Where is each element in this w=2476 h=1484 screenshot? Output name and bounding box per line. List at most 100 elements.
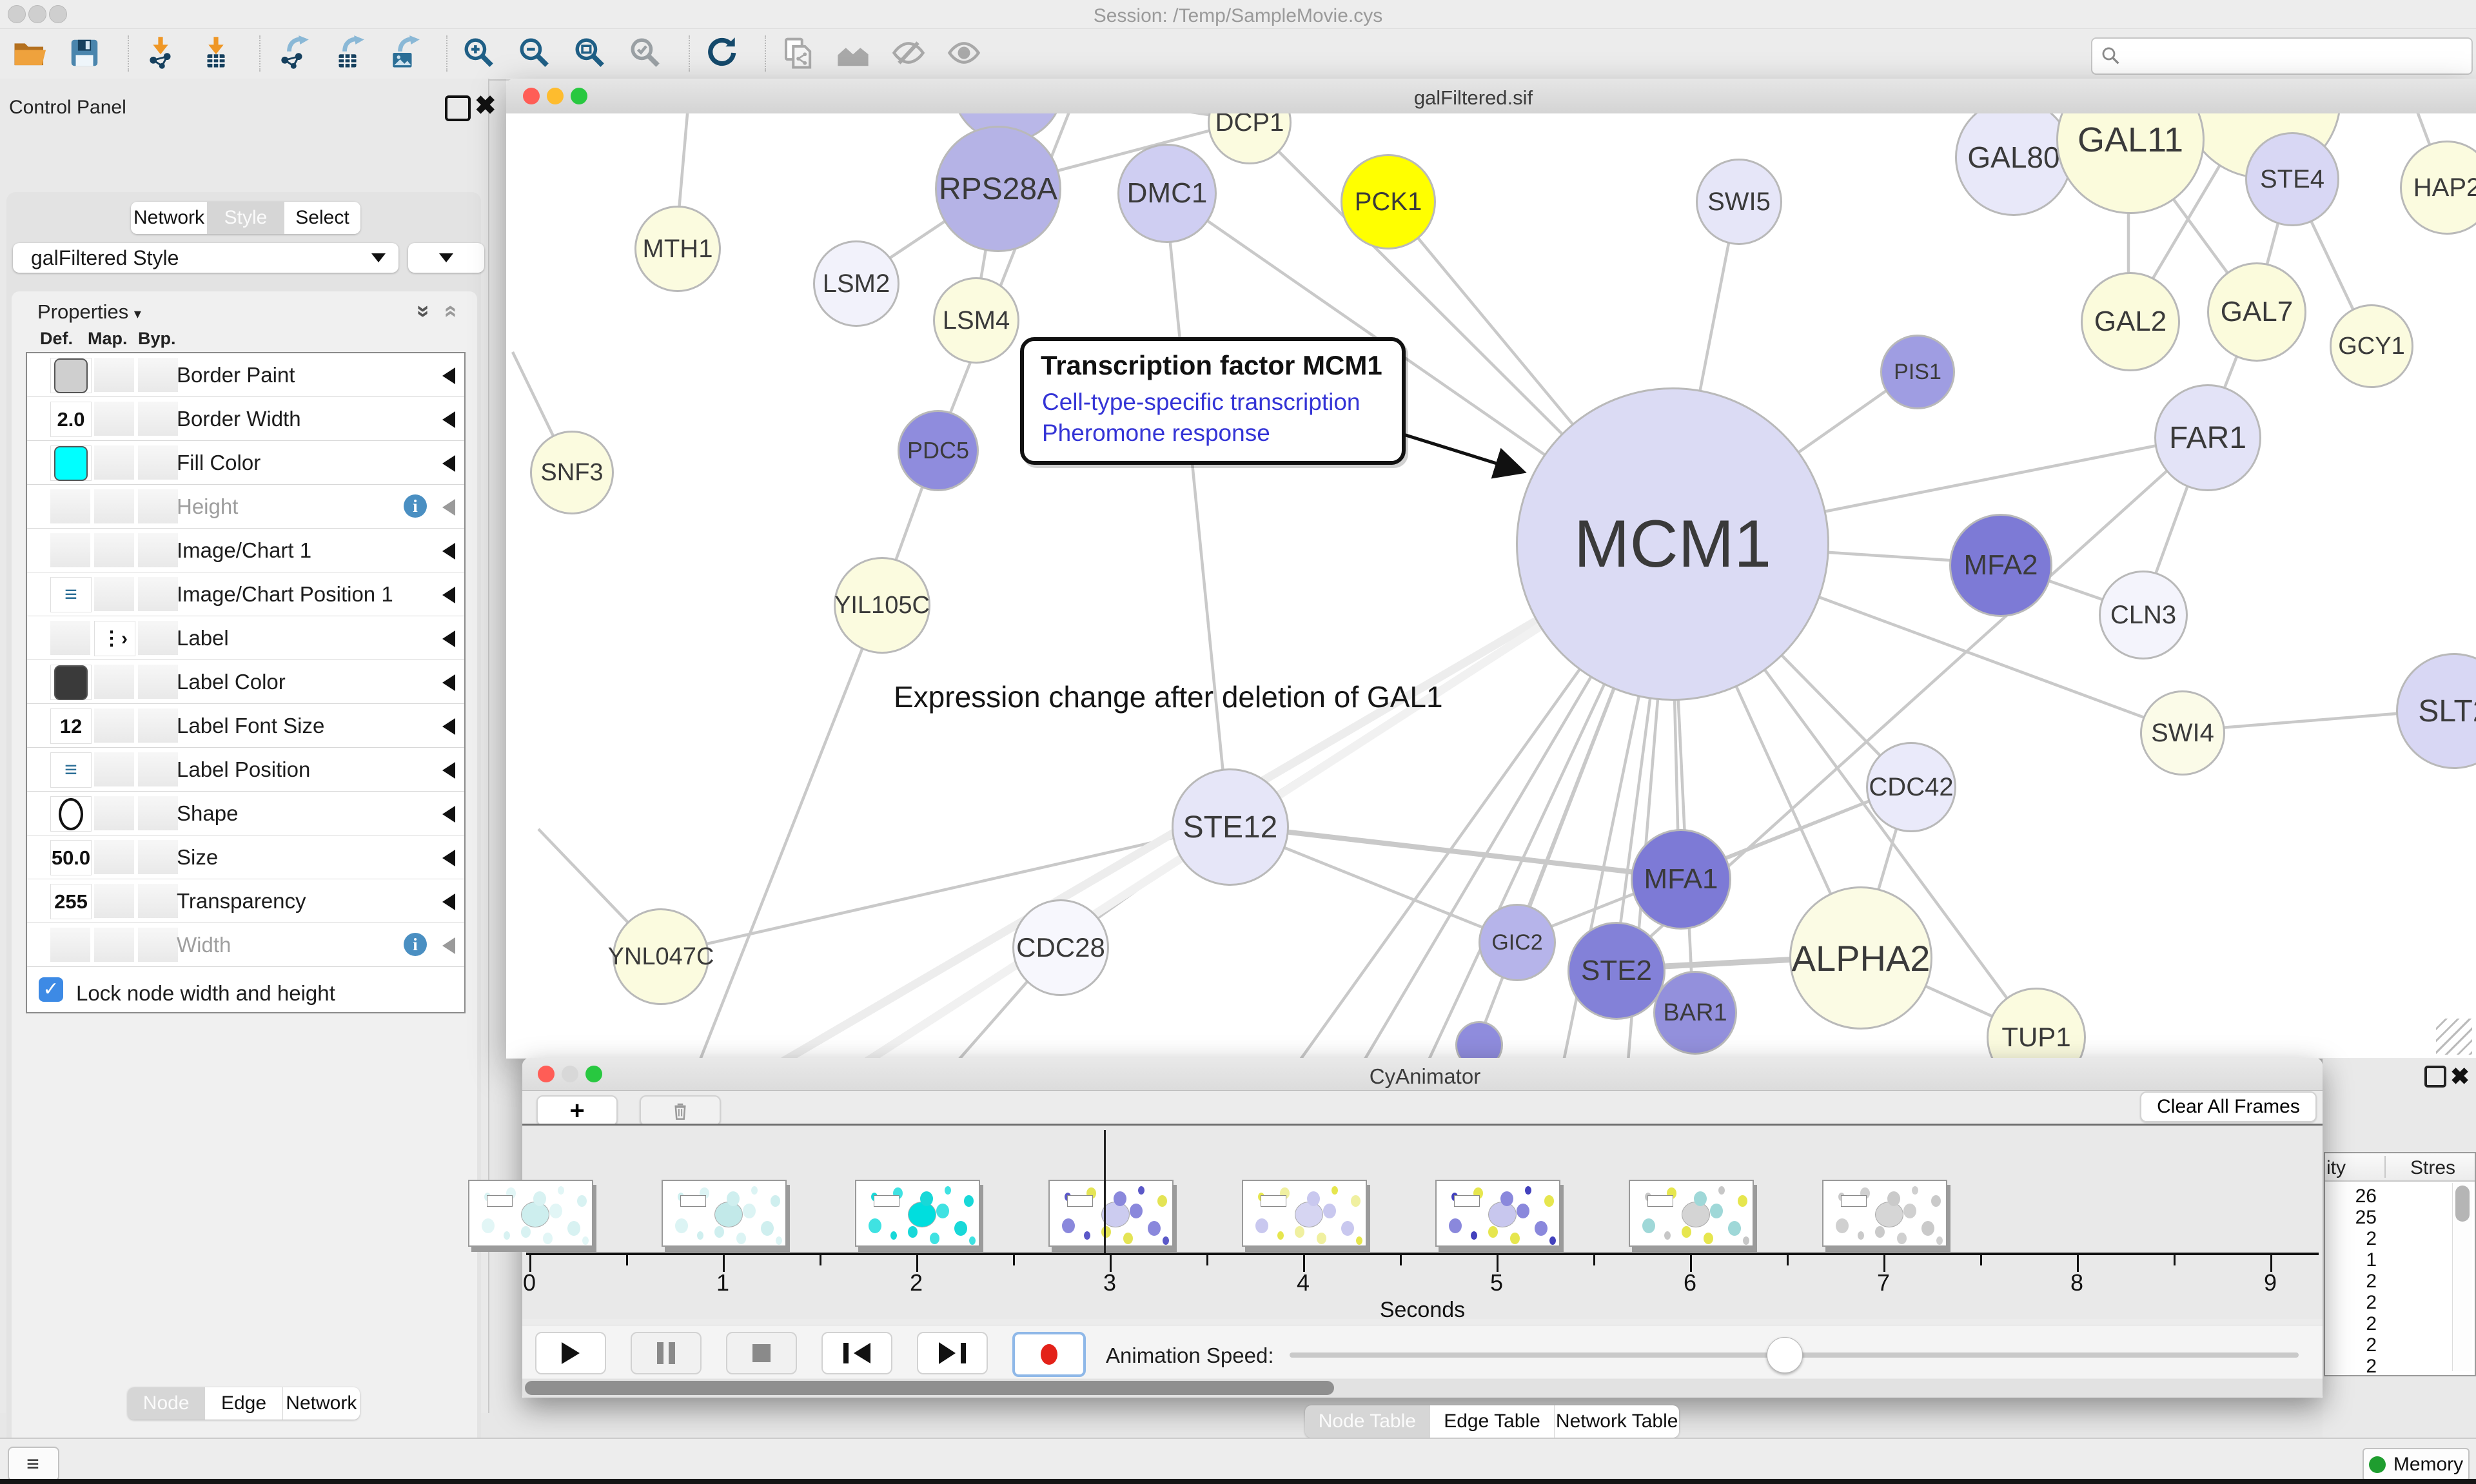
bypass-cell[interactable]	[138, 402, 178, 436]
expand-property-icon[interactable]	[442, 937, 455, 954]
default-value-cell[interactable]	[50, 533, 90, 567]
network-node-ynl047c[interactable]: YNL047C	[613, 908, 709, 1005]
property-row-transparency[interactable]: 255Transparency	[27, 879, 464, 923]
annotation-link[interactable]: Pheromone response	[1042, 420, 1270, 447]
tab-edge-table[interactable]: Edge Table	[1430, 1405, 1555, 1438]
resize-grip[interactable]	[2436, 1019, 2472, 1055]
bypass-cell[interactable]	[138, 358, 178, 392]
info-icon[interactable]: i	[404, 933, 427, 956]
table-column-degree[interactable]: ity	[2326, 1157, 2346, 1179]
bypass-cell[interactable]	[138, 533, 178, 567]
table-scrollbar[interactable]	[2452, 1183, 2472, 1371]
mapping-cell[interactable]	[94, 708, 134, 743]
expand-property-icon[interactable]	[442, 850, 455, 866]
network-node-lsm4[interactable]: LSM4	[933, 277, 1019, 364]
network-node-ste4[interactable]: STE4	[2245, 132, 2339, 226]
default-value-cell[interactable]	[50, 445, 92, 481]
default-value-cell[interactable]	[50, 358, 92, 393]
table-cell-value[interactable]: 2	[2330, 1271, 2377, 1293]
network-node-gcy1[interactable]: GCY1	[2330, 304, 2413, 388]
mapping-cell[interactable]: ⋮›	[94, 621, 135, 656]
annotation-link[interactable]: Cell-type-specific transcription	[1042, 389, 1361, 416]
bypass-cell[interactable]	[138, 884, 178, 918]
float-panel-icon[interactable]	[445, 95, 471, 121]
houses-icon[interactable]	[834, 34, 872, 72]
bypass-cell[interactable]	[138, 752, 178, 786]
export-network-icon[interactable]	[273, 34, 311, 72]
default-value-cell[interactable]: 255	[50, 884, 92, 919]
network-edge[interactable]	[659, 825, 1228, 955]
expand-property-icon[interactable]	[442, 893, 455, 910]
mapping-cell[interactable]	[94, 665, 134, 699]
table-cell-value[interactable]: 25	[2330, 1207, 2377, 1229]
expand-property-icon[interactable]	[442, 411, 455, 428]
tab-network-table[interactable]: Network Table	[1555, 1405, 1679, 1438]
property-row-fill-color[interactable]: Fill Color	[27, 441, 464, 485]
property-row-border-paint[interactable]: Border Paint	[27, 353, 464, 397]
expand-property-icon[interactable]	[442, 543, 455, 560]
mapping-cell[interactable]	[94, 884, 134, 918]
zoom-window-icon[interactable]	[571, 88, 587, 104]
mapping-cell[interactable]	[94, 402, 134, 436]
hide-details-eye-slash-icon[interactable]	[890, 34, 927, 72]
property-row-label-color[interactable]: Label Color	[27, 660, 464, 704]
default-value-cell[interactable]	[50, 796, 92, 832]
export-image-icon[interactable]	[384, 34, 422, 72]
property-row-label-position[interactable]: ≡Label Position	[27, 748, 464, 792]
network-node-pck1[interactable]: PCK1	[1341, 154, 1436, 249]
default-value-cell[interactable]	[50, 621, 90, 655]
network-titlebar[interactable]: galFiltered.sif	[506, 79, 2476, 114]
default-value-cell[interactable]: 12	[50, 708, 92, 744]
zoom-selected-icon[interactable]	[627, 34, 664, 72]
expand-property-icon[interactable]	[442, 630, 455, 647]
node-table[interactable]: ity Stres 26252122222	[2324, 1152, 2476, 1376]
show-details-eye-icon[interactable]	[945, 34, 983, 72]
network-edge[interactable]	[700, 603, 880, 1059]
network-node-cdc28[interactable]: CDC28	[1012, 899, 1109, 996]
table-cell-value[interactable]: 26	[2330, 1186, 2377, 1207]
mapping-cell[interactable]	[94, 577, 134, 611]
export-table-icon[interactable]	[329, 34, 366, 72]
network-node-yil105c[interactable]: YIL105C	[834, 557, 930, 654]
property-row-width[interactable]: Widthi	[27, 923, 464, 967]
network-node-mfa1[interactable]: MFA1	[1631, 829, 1731, 930]
network-canvas[interactable]: DCP1RPS28ADMC1PCK1SWI5GAL80GAL11STE4HAP2…	[506, 113, 2476, 1059]
tab-style[interactable]: Style	[208, 202, 284, 234]
property-row-label[interactable]: ⋮›Label	[27, 616, 464, 660]
tab-network[interactable]: Network	[283, 1387, 360, 1420]
import-table-icon[interactable]	[197, 34, 235, 72]
bypass-cell[interactable]	[138, 796, 178, 830]
property-row-height[interactable]: Heighti	[27, 485, 464, 529]
default-value-cell[interactable]	[50, 489, 90, 523]
default-value-cell[interactable]: ≡	[50, 577, 92, 612]
expand-property-icon[interactable]	[442, 674, 455, 691]
property-row-border-width[interactable]: 2.0Border Width	[27, 397, 464, 441]
close-panel-icon[interactable]: ✖	[475, 93, 496, 119]
network-node-gal2[interactable]: GAL2	[2081, 272, 2180, 371]
bypass-cell[interactable]	[138, 840, 178, 874]
network-node-far1[interactable]: FAR1	[2154, 384, 2261, 491]
bypass-cell[interactable]	[138, 577, 178, 611]
info-icon[interactable]: i	[404, 494, 427, 518]
network-node-lsm2[interactable]: LSM2	[813, 240, 899, 327]
table-cell-value[interactable]: 2	[2330, 1292, 2377, 1314]
default-value-cell[interactable]: ≡	[50, 752, 92, 788]
refresh-layout-icon[interactable]	[703, 34, 740, 72]
close-panel-icon[interactable]: ✖	[2450, 1063, 2470, 1090]
bypass-cell[interactable]	[138, 621, 178, 655]
expand-property-icon[interactable]	[442, 762, 455, 779]
tab-node-table[interactable]: Node Table	[1305, 1405, 1430, 1438]
network-node-alpha2[interactable]: ALPHA2	[1789, 886, 1932, 1030]
search-input[interactable]	[2091, 37, 2473, 75]
network-node-rps28a[interactable]: RPS28A	[935, 126, 1061, 252]
network-edge[interactable]	[1165, 191, 1228, 825]
network-node-bar1[interactable]: BAR1	[1653, 971, 1737, 1055]
bypass-cell[interactable]	[138, 928, 178, 962]
bypass-cell[interactable]	[138, 445, 178, 480]
table-cell-value[interactable]: 2	[2330, 1228, 2377, 1250]
network-node-pis1[interactable]: PIS1	[1880, 335, 1955, 409]
style-selector-dropdown[interactable]: galFiltered Style	[13, 243, 398, 273]
style-options-button[interactable]	[408, 243, 484, 273]
task-history-button[interactable]: ≡	[8, 1447, 59, 1481]
table-column-stress[interactable]: Stres	[2410, 1157, 2455, 1179]
